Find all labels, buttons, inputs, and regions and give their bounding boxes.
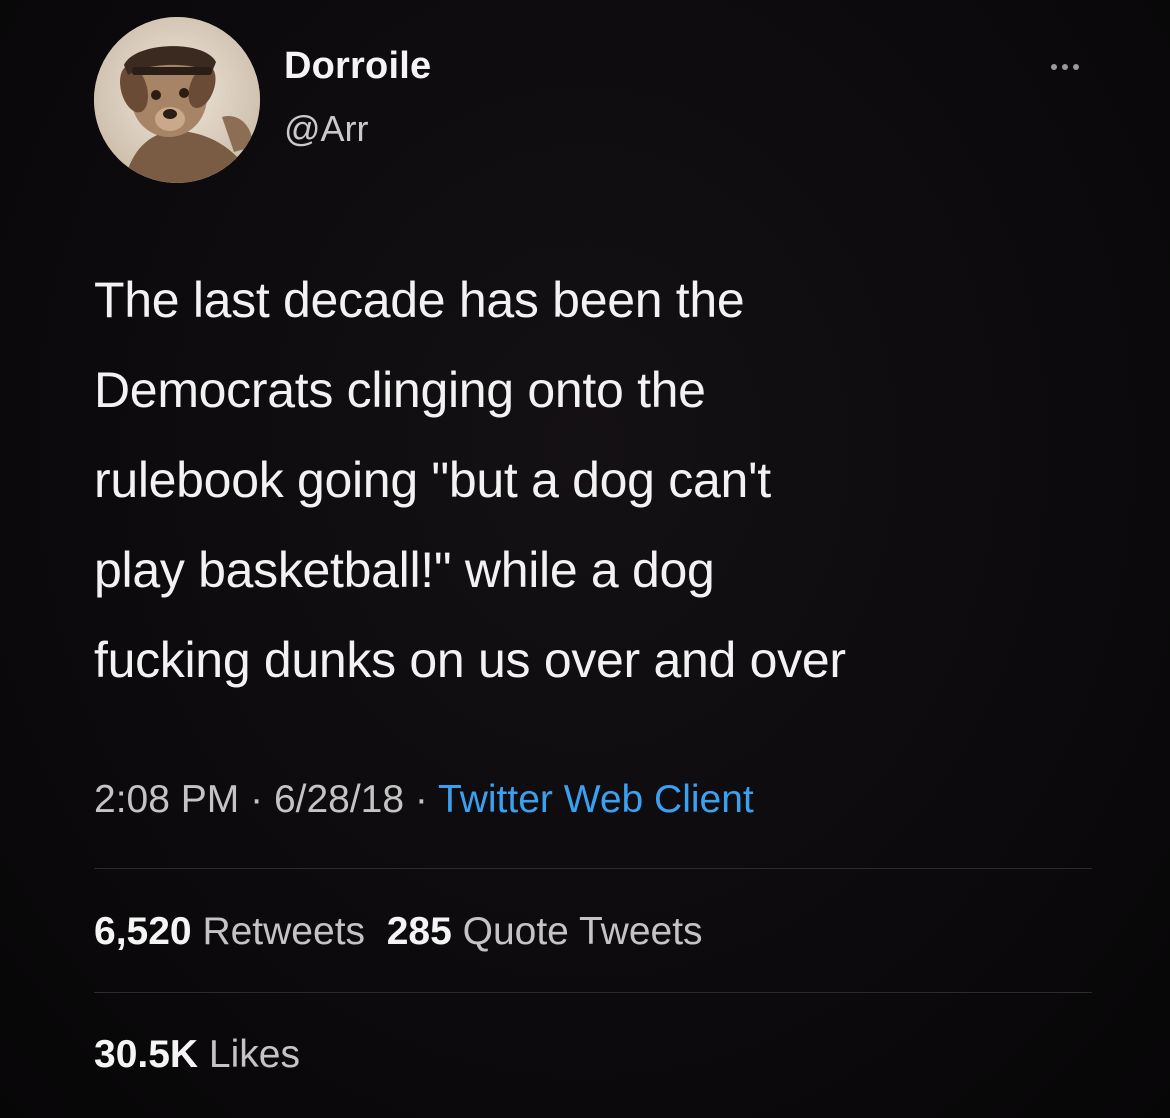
tweet-text-line: fucking dunks on us over and over [94,632,846,688]
quote-tweets-count: 285 [386,910,452,953]
likes-label: Likes [208,1033,300,1076]
quote-tweets-label: Quote Tweets [462,910,703,953]
display-name[interactable]: Dorroile [284,45,431,88]
avatar[interactable] [94,17,260,183]
user-handle[interactable]: @Arr [284,108,369,150]
divider [94,992,1092,993]
divider [94,868,1092,869]
likes-stat[interactable]: 30.5K Likes [94,1033,300,1077]
tweet-date[interactable]: 6/28/18 [274,778,404,821]
tweet-text-line: Democrats clinging onto the [94,362,706,418]
tweet-card: Dorroile @Arr The last decade has been t… [0,0,1170,1118]
tweet-text-line: play basketball!" while a dog [94,542,715,598]
more-dots-icon [1051,64,1057,70]
retweets-label: Retweets [202,910,366,953]
dog-avatar-icon [94,17,260,183]
engagement-stats: 6,520 Retweets 285 Quote Tweets [94,910,703,954]
tweet-meta: 2:08 PM · 6/28/18 · Twitter Web Client [94,778,754,822]
retweets-count: 6,520 [94,910,192,953]
tweet-text-line: The last decade has been the [94,272,745,328]
tweet-text: The last decade has been the Democrats c… [94,255,1094,705]
more-options-button[interactable] [1040,52,1090,82]
tweet-time[interactable]: 2:08 PM [94,778,239,821]
meta-separator: · [250,778,264,821]
more-dots-icon [1062,64,1068,70]
meta-separator: · [414,778,428,821]
client-link[interactable]: Twitter Web Client [438,778,754,821]
more-dots-icon [1073,64,1079,70]
likes-count: 30.5K [94,1033,199,1076]
quote-tweets-stat[interactable]: 285 Quote Tweets [387,910,703,953]
tweet-text-line: rulebook going "but a dog can't [94,452,771,508]
retweets-stat[interactable]: 6,520 Retweets [94,910,365,953]
